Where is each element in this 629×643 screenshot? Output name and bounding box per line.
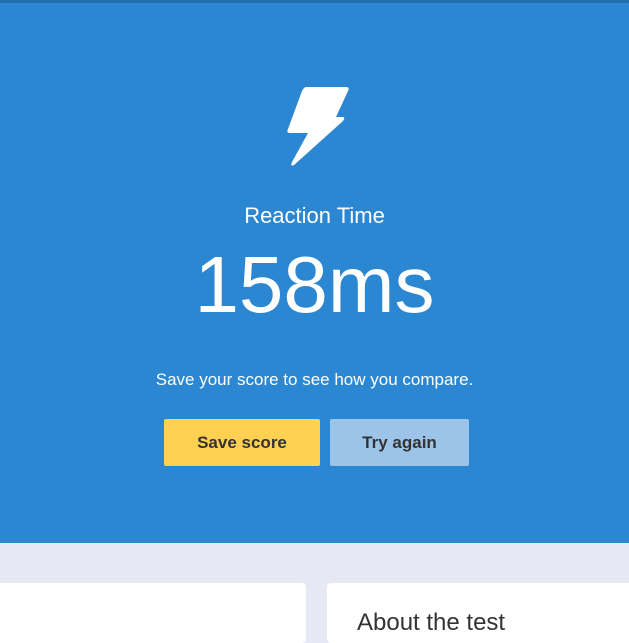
page-title: Reaction Time — [244, 203, 385, 228]
result-panel: Reaction Time 158ms Save your score to s… — [0, 0, 629, 543]
about-card: About the test — [327, 583, 629, 643]
left-content-card — [0, 583, 306, 643]
reaction-time-result: 158ms — [194, 240, 435, 329]
lightning-bolt-icon — [287, 87, 349, 166]
save-prompt-text: Save your score to see how you compare. — [155, 370, 474, 389]
about-heading: About the test — [357, 609, 506, 636]
try-again-button[interactable]: Try again — [330, 419, 469, 466]
save-score-button[interactable]: Save score — [164, 419, 320, 466]
